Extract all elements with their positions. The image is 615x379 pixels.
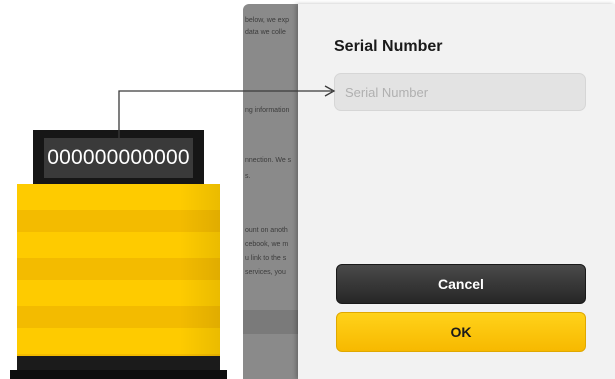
dialog-title: Serial Number [334, 38, 443, 55]
device-serial-label: 000000000000 [44, 138, 193, 178]
background-band [243, 310, 303, 334]
background-text-line: s. [245, 173, 251, 180]
background-text-line: services, you [245, 269, 286, 276]
background-text-line: u link to the s [245, 255, 287, 262]
background-text-line: below, we exp [245, 17, 289, 24]
background-text-line: data we colle [245, 29, 286, 36]
device-body-shade [17, 184, 220, 356]
background-text-line: cebook, we m [245, 241, 289, 248]
background-text-line: nnection. We s [245, 157, 292, 164]
background-app-panel: below, we exp data we colle ng informati… [243, 4, 303, 379]
cancel-button[interactable]: Cancel [336, 264, 586, 304]
device-illustration: 000000000000 [0, 0, 240, 379]
serial-number-dialog: Serial Number Cancel OK [298, 4, 615, 379]
background-text-line: ount on anoth [245, 227, 288, 234]
serial-number-input[interactable] [334, 73, 586, 111]
background-text-line: ng information [245, 107, 290, 114]
ok-button[interactable]: OK [336, 312, 586, 352]
device-base-edge [10, 370, 227, 379]
